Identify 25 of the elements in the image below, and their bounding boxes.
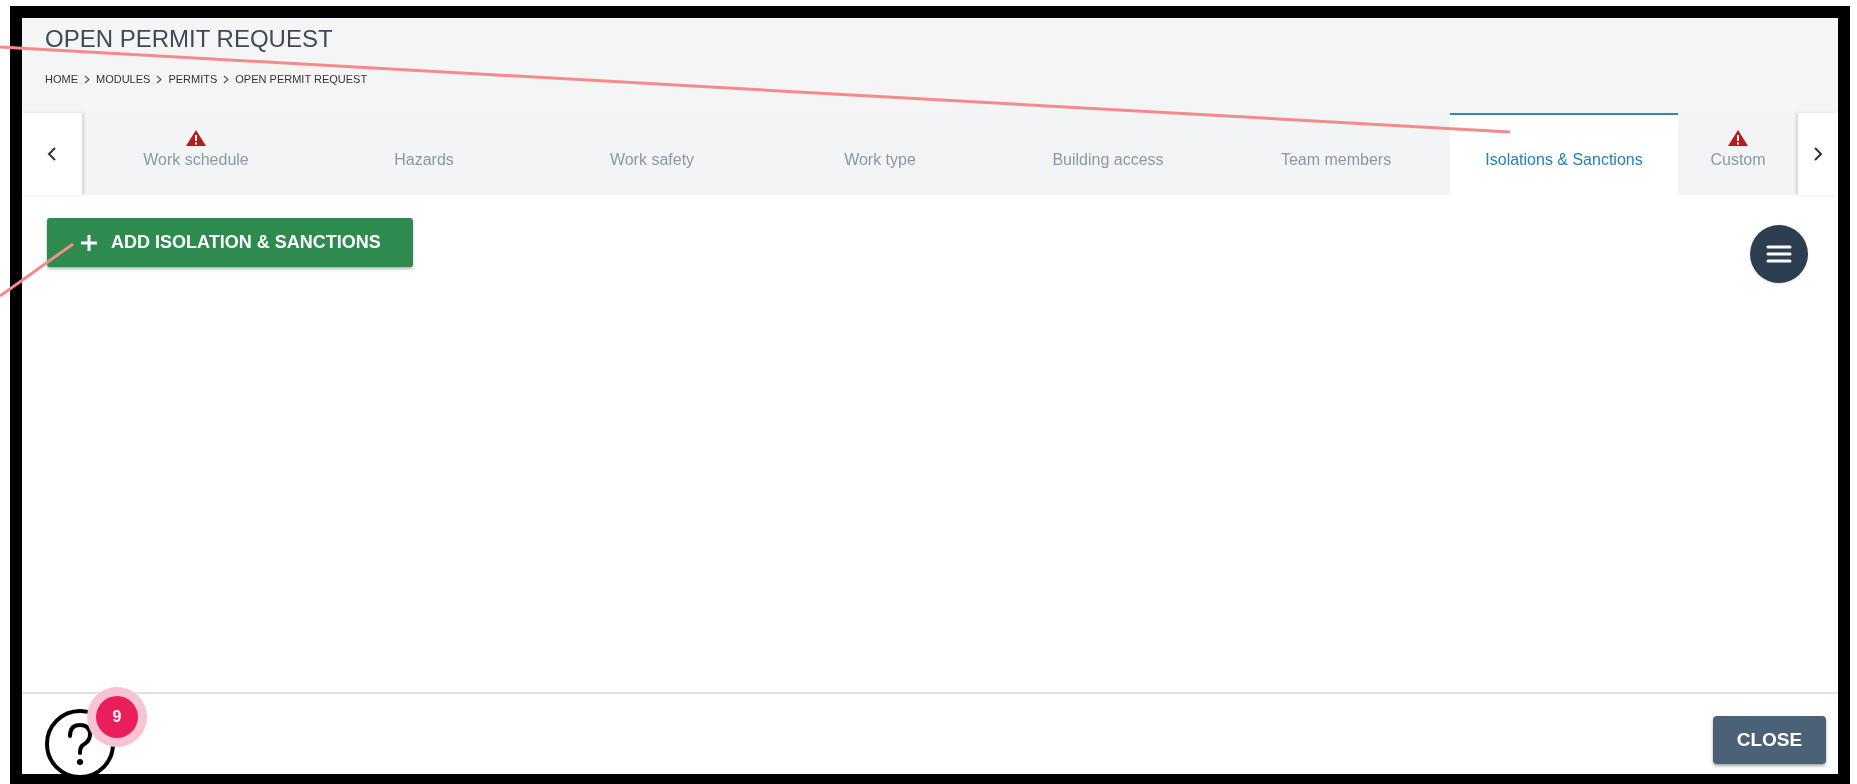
- tab[interactable]: Work safety: [538, 113, 766, 195]
- chevron-icon: [156, 74, 163, 84]
- menu-button[interactable]: [1750, 225, 1808, 283]
- page-title: OPEN PERMIT REQUEST: [45, 26, 334, 52]
- chevron-right-icon: [1812, 146, 1824, 162]
- tab[interactable]: Team members: [1222, 113, 1450, 195]
- menu-icon: [1766, 244, 1792, 264]
- tab[interactable]: Work schedule: [82, 113, 310, 195]
- tab[interactable]: Custom: [1678, 113, 1798, 195]
- warning-icon: [1727, 129, 1749, 147]
- close-button[interactable]: CLOSE: [1713, 716, 1826, 764]
- breadcrumb-link[interactable]: PERMITS: [168, 71, 218, 88]
- chevron-icon: [84, 74, 90, 84]
- tab[interactable]: Building access: [994, 113, 1222, 195]
- breadcrumb-link[interactable]: HOME: [45, 71, 78, 88]
- chevron-left-icon: [46, 146, 58, 162]
- tab[interactable]: Isolations & Sanctions: [1450, 113, 1678, 195]
- plus-icon: [79, 232, 99, 253]
- warning-icon: [185, 129, 207, 147]
- add-isolation-button[interactable]: ADD ISOLATION & SANCTIONS: [47, 218, 413, 267]
- breadcrumb-link[interactable]: MODULES: [96, 71, 151, 88]
- breadcrumb-link[interactable]: OPEN PERMIT REQUEST: [235, 71, 368, 88]
- tab[interactable]: Hazards: [310, 113, 538, 195]
- tab[interactable]: Work type: [766, 113, 994, 195]
- chevron-icon: [223, 74, 230, 84]
